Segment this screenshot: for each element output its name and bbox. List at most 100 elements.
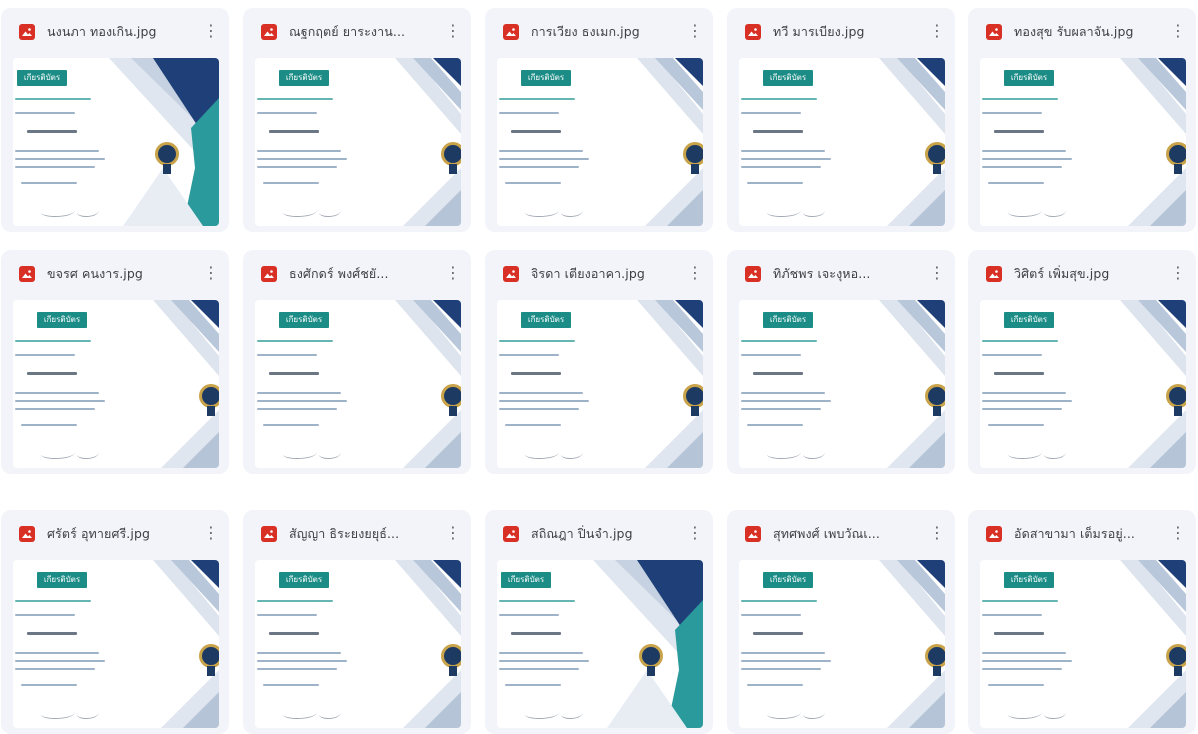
certificate-text-line [741, 158, 831, 160]
file-card-header: ทองสุข รับผลาจัน.jpg ⋮ [968, 8, 1196, 52]
more-vert-icon[interactable]: ⋮ [203, 20, 219, 42]
file-card[interactable]: สุทศพงศ์ เพบวัณเ... ⋮ เกียรติบัตร [727, 510, 955, 734]
certificate-text-line [982, 400, 1072, 402]
file-card-header: สัญญา ธิระยงยยุธ์... ⋮ [243, 510, 471, 554]
certificate-thumbnail[interactable]: เกียรติบัตร [255, 58, 461, 226]
certificate-text-line [257, 668, 337, 670]
certificate-thumbnail[interactable]: เกียรติบัตร [13, 560, 219, 728]
certificate-thumbnail[interactable]: เกียรติบัตร [497, 58, 703, 226]
file-card[interactable]: สถิณฎา ปิ่นจำ.jpg ⋮ เกียรติบัตร [485, 510, 713, 734]
more-vert-icon[interactable]: ⋮ [445, 262, 461, 284]
file-card[interactable]: การเวียง ธงเมก.jpg ⋮ เกียรติบัตร [485, 8, 713, 232]
file-name: วิศิตร์ เพิ่มสุข.jpg [1014, 266, 1110, 281]
file-card[interactable]: ทิภัชพร เจะงุหอ... ⋮ เกียรติบัตร [727, 250, 955, 474]
certificate-text-line [982, 98, 1058, 100]
certificate-text-line [499, 112, 559, 114]
file-card-header: ศรัตร์ อุทายศรี.jpg ⋮ [1, 510, 229, 554]
certificate-text-line [499, 600, 575, 602]
certificate-text-line [15, 408, 95, 410]
file-card[interactable]: จิรดา เตียงอาคา.jpg ⋮ เกียรติบัตร [485, 250, 713, 474]
more-vert-icon[interactable]: ⋮ [1170, 522, 1186, 544]
certificate-text-line [257, 614, 317, 616]
image-file-icon [503, 266, 519, 282]
file-card[interactable]: นงนภา ทองเกิน.jpg ⋮ เกียรติบัตร [1, 8, 229, 232]
certificate-thumbnail[interactable]: เกียรติบัตร [497, 300, 703, 468]
certificate-text-line [741, 354, 801, 356]
certificate-text-line [741, 614, 801, 616]
seal-ribbon [691, 164, 699, 174]
seal-emblem [155, 142, 179, 166]
certificate-text-line [753, 372, 803, 375]
seal-ribbon [449, 666, 457, 676]
file-card[interactable]: สัญญา ธิระยงยยุธ์... ⋮ เกียรติบัตร [243, 510, 471, 734]
certificate-text-line [499, 400, 589, 402]
seal-ribbon [933, 666, 941, 676]
seal-ribbon [163, 164, 171, 174]
certificate-text-line [505, 684, 561, 686]
certificate-badge: เกียรติบัตร [279, 70, 329, 86]
certificate-thumbnail[interactable]: เกียรติบัตร [980, 560, 1186, 728]
more-vert-icon[interactable]: ⋮ [687, 522, 703, 544]
more-vert-icon[interactable]: ⋮ [687, 262, 703, 284]
certificate-text-line [257, 112, 317, 114]
certificate-thumbnail[interactable]: เกียรติบัตร [980, 300, 1186, 468]
certificate-thumbnail[interactable]: เกียรติบัตร [13, 58, 219, 226]
certificate-text-line [257, 408, 337, 410]
certificate-badge: เกียรติบัตร [279, 312, 329, 328]
seal-ribbon [207, 666, 215, 676]
more-vert-icon[interactable]: ⋮ [1170, 262, 1186, 284]
certificate-text-line [15, 668, 95, 670]
certificate-thumbnail[interactable]: เกียรติบัตร [497, 560, 703, 728]
certificate-thumbnail[interactable]: เกียรติบัตร [739, 58, 945, 226]
file-card[interactable]: ทองสุข รับผลาจัน.jpg ⋮ เกียรติบัตร [968, 8, 1196, 232]
certificate-text-line [982, 354, 1042, 356]
certificate-text-line [257, 354, 317, 356]
more-vert-icon[interactable]: ⋮ [203, 522, 219, 544]
certificate-text-line [741, 392, 825, 394]
certificate-text-line [741, 660, 831, 662]
file-card[interactable]: ณฐกฤตย์ ยาระงาน... ⋮ เกียรติบัตร [243, 8, 471, 232]
more-vert-icon[interactable]: ⋮ [203, 262, 219, 284]
file-card[interactable]: ธงศักดร์ พงศ์ชยั... ⋮ เกียรติบัตร [243, 250, 471, 474]
certificate-thumbnail[interactable]: เกียรติบัตร [255, 560, 461, 728]
seal-emblem [441, 384, 461, 408]
certificate-text-line [21, 684, 77, 686]
more-vert-icon[interactable]: ⋮ [929, 262, 945, 284]
more-vert-icon[interactable]: ⋮ [687, 20, 703, 42]
more-vert-icon[interactable]: ⋮ [445, 522, 461, 544]
file-card-header: ณฐกฤตย์ ยาระงาน... ⋮ [243, 8, 471, 52]
file-name: ณฐกฤตย์ ยาระงาน... [289, 24, 406, 39]
certificate-text-line [511, 130, 561, 133]
certificate-text-line [499, 158, 589, 160]
certificate-text-line [15, 150, 99, 152]
image-file-icon [745, 266, 761, 282]
file-card[interactable]: ทวี มารเบียง.jpg ⋮ เกียรติบัตร [727, 8, 955, 232]
certificate-text-line [15, 354, 75, 356]
file-card[interactable]: ศรัตร์ อุทายศรี.jpg ⋮ เกียรติบัตร [1, 510, 229, 734]
file-card[interactable]: ขจรศ คนงาร.jpg ⋮ เกียรติบัตร [1, 250, 229, 474]
certificate-text-line [753, 632, 803, 635]
seal-emblem [925, 142, 945, 166]
certificate-text-line [499, 340, 575, 342]
file-name: อัดสาขามา เต็มรอยู่... [1014, 526, 1135, 541]
certificate-thumbnail[interactable]: เกียรติบัตร [255, 300, 461, 468]
certificate-text-line [499, 652, 583, 654]
more-vert-icon[interactable]: ⋮ [929, 20, 945, 42]
file-card[interactable]: อัดสาขามา เต็มรอยู่... ⋮ เกียรติบัตร [968, 510, 1196, 734]
certificate-thumbnail[interactable]: เกียรติบัตร [13, 300, 219, 468]
certificate-thumbnail[interactable]: เกียรติบัตร [739, 560, 945, 728]
certificate-text-line [499, 166, 579, 168]
certificate-thumbnail[interactable]: เกียรติบัตร [980, 58, 1186, 226]
image-file-icon [986, 526, 1002, 542]
certificate-text-line [499, 354, 559, 356]
more-vert-icon[interactable]: ⋮ [445, 20, 461, 42]
certificate-thumbnail[interactable]: เกียรติบัตร [739, 300, 945, 468]
more-vert-icon[interactable]: ⋮ [929, 522, 945, 544]
certificate-text-line [15, 166, 95, 168]
seal-emblem [683, 384, 703, 408]
certificate-text-line [15, 400, 105, 402]
file-card[interactable]: วิศิตร์ เพิ่มสุข.jpg ⋮ เกียรติบัตร [968, 250, 1196, 474]
more-vert-icon[interactable]: ⋮ [1170, 20, 1186, 42]
certificate-badge: เกียรติบัตร [37, 572, 87, 588]
file-name: สถิณฎา ปิ่นจำ.jpg [531, 526, 633, 541]
